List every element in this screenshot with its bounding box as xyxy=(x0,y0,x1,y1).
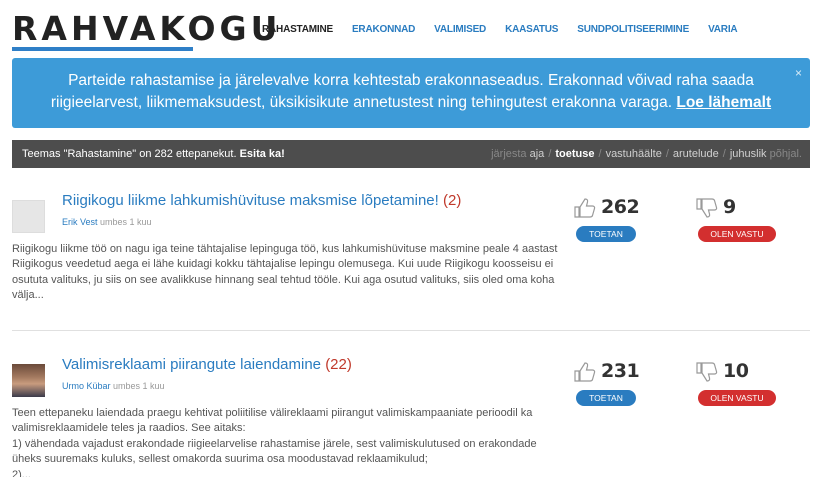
banner-text: Parteide rahastamise ja järelevalve korr… xyxy=(50,72,754,111)
banner-read-more-link[interactable]: Loe lähemalt xyxy=(676,94,771,111)
timestamp: umbes 1 kuu xyxy=(113,381,165,391)
support-count: 231 xyxy=(601,360,640,382)
proposal-title[interactable]: Valimisreklaami piirangute laiendamine (… xyxy=(62,356,352,374)
proposal-meta: Erik Vest umbes 1 kuu xyxy=(62,217,152,227)
nav-sundpolitiseerimine[interactable]: SUNDPOLITISEERIMINE xyxy=(577,24,689,35)
logo-underline xyxy=(12,47,193,51)
sort-tail: põhjal. xyxy=(769,148,802,160)
sort-by-opposition[interactable]: vastuhäälte xyxy=(606,148,662,160)
comment-count: (22) xyxy=(325,356,352,373)
avatar xyxy=(12,200,45,233)
support-count: 262 xyxy=(601,196,640,218)
sort-options: järjesta aja / toetuse / vastuhäälte / arutelu… xyxy=(491,148,802,160)
proposal-excerpt: Teen ettepaneku laiendada praegu kehtiva… xyxy=(12,407,537,477)
nav-kaasatus[interactable]: KAASATUS xyxy=(505,24,558,35)
submit-proposal-link[interactable]: Esita ka! xyxy=(240,148,285,160)
thumbs-down-icon[interactable] xyxy=(696,198,718,218)
author-link[interactable]: Erik Vest xyxy=(62,217,98,227)
thumbs-down-icon[interactable] xyxy=(696,362,718,382)
sort-by-discussions[interactable]: arutelude xyxy=(673,148,719,160)
filter-bar: Teemas "Rahastamine" on 282 ettepanekut.… xyxy=(12,140,810,168)
oppose-count: 9 xyxy=(723,196,736,218)
info-banner: Parteide rahastamise ja järelevalve korr… xyxy=(12,58,810,128)
sort-by-support[interactable]: toetuse xyxy=(555,148,594,160)
timestamp: umbes 1 kuu xyxy=(100,217,152,227)
main-nav: RAHASTAMINE ERAKONNAD VALIMISED KAASATUS… xyxy=(262,24,756,35)
thumbs-up-icon[interactable] xyxy=(574,362,596,382)
proposal-count-text: Teemas "Rahastamine" on 282 ettepanekut. xyxy=(22,148,237,160)
proposal-title[interactable]: Riigikogu liikme lahkumishüvituse maksmi… xyxy=(62,192,461,210)
nav-varia[interactable]: VARIA xyxy=(708,24,738,35)
support-button[interactable]: TOETAN xyxy=(576,226,636,242)
oppose-button[interactable]: OLEN VASTU xyxy=(698,226,776,242)
divider xyxy=(12,330,810,331)
oppose-button[interactable]: OLEN VASTU xyxy=(698,390,776,406)
proposal-meta: Urmo Kübar umbes 1 kuu xyxy=(62,381,165,391)
sort-lead: järjesta xyxy=(491,148,527,160)
close-icon[interactable]: × xyxy=(795,62,802,84)
site-header: RAHVAKOGU RAHASTAMINE ERAKONNAD VALIMISE… xyxy=(0,0,821,56)
comment-count: (2) xyxy=(443,192,462,209)
site-logo[interactable]: RAHVAKOGU xyxy=(12,12,281,46)
proposal-excerpt: Riigikogu liikme töö on nagu iga teine t… xyxy=(12,243,558,302)
avatar xyxy=(12,364,45,397)
support-button[interactable]: TOETAN xyxy=(576,390,636,406)
sort-random[interactable]: juhuslik xyxy=(730,148,767,160)
nav-erakonnad[interactable]: ERAKONNAD xyxy=(352,24,415,35)
nav-rahastamine[interactable]: RAHASTAMINE xyxy=(262,24,333,35)
thumbs-up-icon[interactable] xyxy=(574,198,596,218)
nav-valimised[interactable]: VALIMISED xyxy=(434,24,486,35)
sort-by-time[interactable]: aja xyxy=(530,148,545,160)
oppose-count: 10 xyxy=(723,360,749,382)
author-link[interactable]: Urmo Kübar xyxy=(62,381,111,391)
